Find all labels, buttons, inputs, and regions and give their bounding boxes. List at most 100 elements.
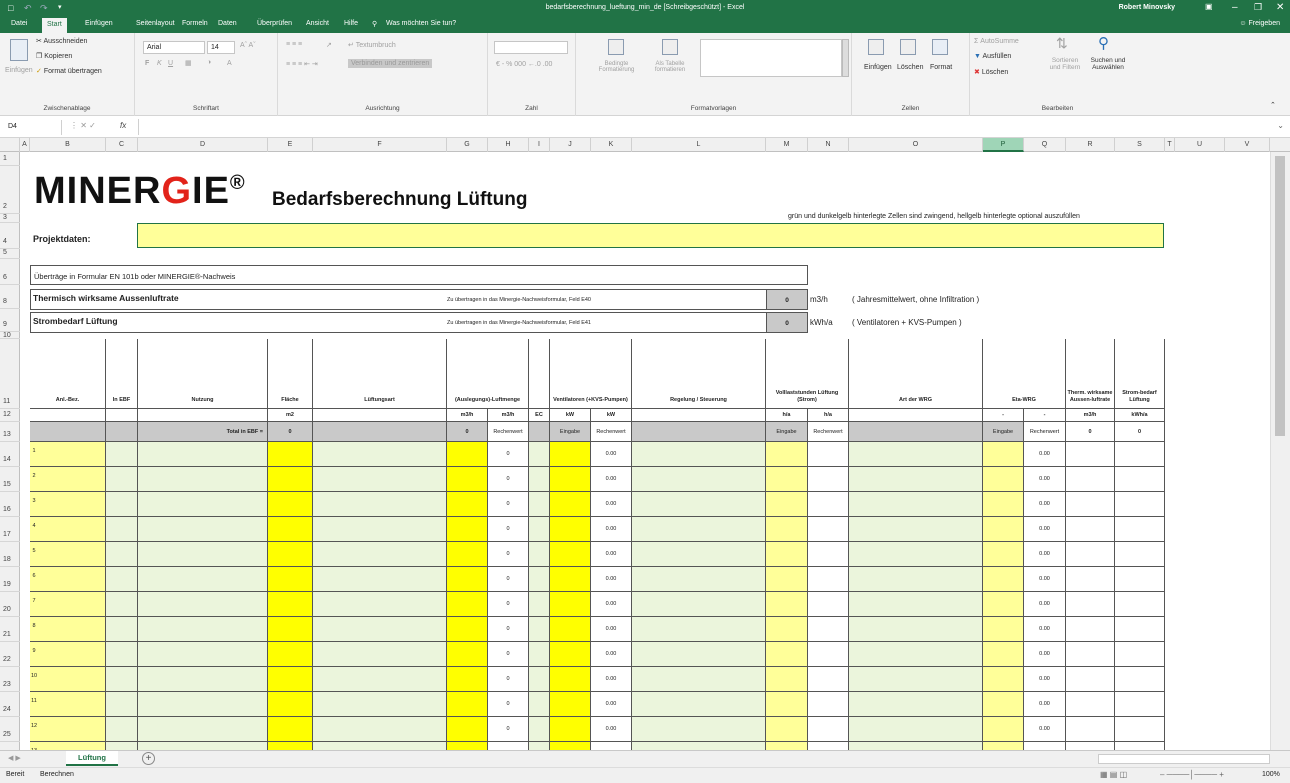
input-cell[interactable]	[268, 592, 313, 617]
input-cell[interactable]: 0.00	[1024, 567, 1066, 592]
input-cell[interactable]	[529, 442, 550, 467]
input-cell[interactable]	[1066, 717, 1115, 742]
input-cell[interactable]	[447, 667, 488, 692]
align-top-icon[interactable]: ≡ ≡ ≡	[286, 41, 302, 48]
input-cell[interactable]	[138, 717, 268, 742]
input-cell[interactable]	[529, 592, 550, 617]
scroll-thumb[interactable]	[1275, 156, 1285, 436]
number-format-select[interactable]	[494, 41, 568, 54]
input-cell[interactable]	[849, 442, 983, 467]
tab-ansicht[interactable]: Ansicht	[306, 20, 329, 27]
col-header[interactable]: P	[983, 138, 1024, 152]
user-name[interactable]: Robert Minovsky	[1119, 4, 1175, 11]
input-cell[interactable]	[550, 617, 591, 642]
input-cell[interactable]	[529, 492, 550, 517]
input-cell[interactable]	[849, 667, 983, 692]
input-cell[interactable]	[1115, 642, 1165, 667]
input-cell[interactable]: 0.00	[1024, 667, 1066, 692]
input-cell[interactable]	[766, 492, 808, 517]
input-cell[interactable]	[313, 642, 447, 667]
col-header[interactable]: N	[808, 138, 849, 152]
input-cell[interactable]	[550, 692, 591, 717]
sort-filter-button[interactable]: Sortieren und Filtern	[1046, 57, 1084, 71]
tab-datei[interactable]: Datei	[11, 20, 27, 27]
input-cell[interactable]	[1066, 542, 1115, 567]
input-cell[interactable]	[983, 542, 1024, 567]
col-header[interactable]: T	[1165, 138, 1175, 152]
input-cell[interactable]	[529, 542, 550, 567]
input-cell[interactable]	[632, 617, 766, 642]
input-cell[interactable]	[849, 567, 983, 592]
tab-daten[interactable]: Daten	[218, 20, 237, 27]
orientation-icon[interactable]: ↗	[326, 41, 332, 49]
input-cell[interactable]	[550, 642, 591, 667]
input-cell[interactable]: 0.00	[1024, 542, 1066, 567]
format-cells-icon[interactable]	[932, 39, 948, 55]
input-cell[interactable]	[1115, 542, 1165, 567]
input-cell[interactable]	[138, 592, 268, 617]
input-cell[interactable]	[983, 567, 1024, 592]
input-cell[interactable]	[138, 467, 268, 492]
input-cell[interactable]	[550, 592, 591, 617]
row-header[interactable]: 20	[0, 592, 20, 617]
input-cell[interactable]	[1115, 517, 1165, 542]
row-header[interactable]: 18	[0, 542, 20, 567]
col-header[interactable]: M	[766, 138, 808, 152]
format-as-table-button[interactable]: Als Tabelle formatieren	[646, 61, 694, 73]
input-cell[interactable]	[1115, 717, 1165, 742]
input-cell[interactable]: 0.00	[591, 492, 632, 517]
input-cell[interactable]	[808, 567, 849, 592]
input-cell[interactable]	[550, 567, 591, 592]
input-cell[interactable]	[632, 642, 766, 667]
input-cell[interactable]	[30, 617, 106, 642]
input-cell[interactable]	[808, 667, 849, 692]
input-cell[interactable]	[313, 717, 447, 742]
close-icon[interactable]: ✕	[1276, 2, 1284, 13]
input-cell[interactable]	[106, 442, 138, 467]
input-cell[interactable]	[550, 742, 591, 750]
share-button[interactable]: ☺ Freigeben	[1239, 20, 1280, 27]
input-cell[interactable]	[313, 467, 447, 492]
status-calc[interactable]: Berechnen	[40, 771, 74, 778]
input-cell[interactable]	[313, 617, 447, 642]
input-cell[interactable]	[447, 517, 488, 542]
input-cell[interactable]	[30, 667, 106, 692]
row-header[interactable]: 3	[0, 214, 20, 223]
input-cell[interactable]	[30, 492, 106, 517]
input-cell[interactable]	[313, 592, 447, 617]
input-cell[interactable]	[766, 567, 808, 592]
input-cell[interactable]	[106, 617, 138, 642]
input-cell[interactable]	[983, 592, 1024, 617]
input-cell[interactable]	[1115, 742, 1165, 750]
input-cell[interactable]	[529, 467, 550, 492]
input-cell[interactable]: 0.00	[1024, 717, 1066, 742]
input-cell[interactable]	[106, 717, 138, 742]
input-cell[interactable]	[808, 717, 849, 742]
input-cell[interactable]	[766, 442, 808, 467]
input-cell[interactable]	[983, 467, 1024, 492]
select-all-corner[interactable]	[0, 138, 20, 152]
input-cell[interactable]	[30, 717, 106, 742]
input-cell[interactable]	[632, 442, 766, 467]
input-cell[interactable]	[30, 692, 106, 717]
input-cell[interactable]	[138, 642, 268, 667]
input-cell[interactable]	[766, 592, 808, 617]
input-cell[interactable]	[983, 692, 1024, 717]
input-cell[interactable]	[632, 742, 766, 750]
input-cell[interactable]	[632, 567, 766, 592]
view-buttons-icon[interactable]: ▦ ▤ ◫	[1100, 770, 1127, 779]
input-cell[interactable]	[632, 492, 766, 517]
input-cell[interactable]	[766, 742, 808, 750]
name-box[interactable]: D4	[2, 120, 62, 135]
input-cell[interactable]	[808, 742, 849, 750]
tab-ueberpruefen[interactable]: Überprüfen	[257, 20, 292, 27]
input-cell[interactable]	[632, 692, 766, 717]
row-header[interactable]: 17	[0, 517, 20, 542]
input-cell[interactable]: 0	[488, 592, 529, 617]
input-cell[interactable]	[1115, 692, 1165, 717]
row-header[interactable]: 14	[0, 442, 20, 467]
input-cell[interactable]	[268, 492, 313, 517]
find-select-button[interactable]: Suchen und Auswählen	[1088, 57, 1128, 71]
zoom-level[interactable]: 100%	[1262, 771, 1280, 778]
input-cell[interactable]: 0.00	[591, 617, 632, 642]
